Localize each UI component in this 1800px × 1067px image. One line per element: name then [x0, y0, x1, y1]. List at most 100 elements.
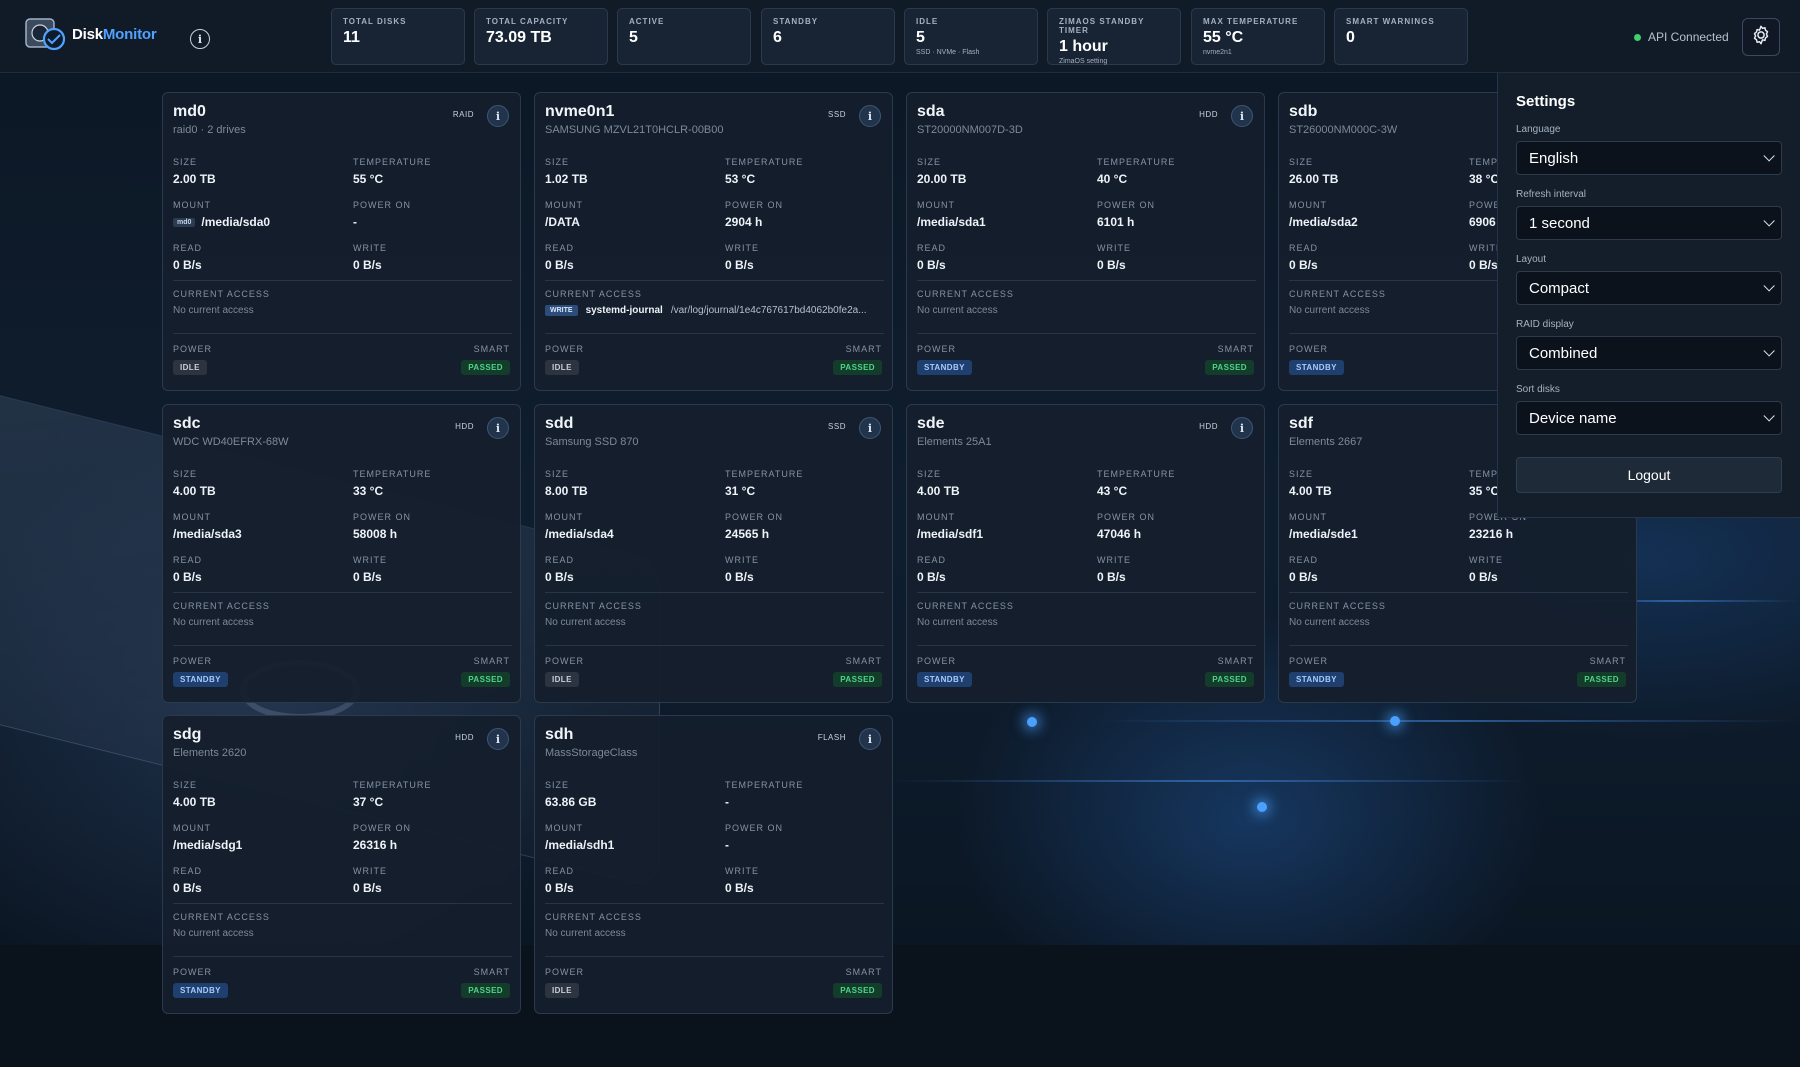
settings-select[interactable]: Device name	[1516, 401, 1782, 435]
power-label: POWER	[173, 967, 213, 977]
disk-info-button[interactable]: i	[859, 417, 881, 439]
mount-field: MOUNT md0/media/sda0	[173, 200, 343, 229]
smart-status-badge: PASSED	[833, 672, 882, 687]
write-field: WRITE 0 B/s	[1097, 243, 1267, 272]
power-on-field: POWER ON 24565 h	[725, 512, 895, 541]
power-on-label: POWER ON	[353, 200, 412, 210]
smart-status-badge: PASSED	[833, 360, 882, 375]
chevron-down-icon	[1763, 150, 1775, 162]
read-field: READ 0 B/s	[1289, 243, 1459, 272]
current-access-section: CURRENT ACCESS No current access	[917, 289, 1257, 316]
stat-label: IDLE	[916, 17, 939, 26]
disk-info-button[interactable]: i	[487, 728, 509, 750]
disk-card[interactable]: sdg Elements 2620 HDD i SIZE 4.00 TB TEM…	[162, 715, 521, 1014]
size-value: 1.02 TB	[545, 172, 588, 186]
divider	[545, 592, 884, 593]
power-on-value: 47046 h	[1097, 527, 1142, 541]
settings-select[interactable]: 1 second	[1516, 206, 1782, 240]
write-label: WRITE	[1097, 243, 1131, 253]
disk-monitor-logo-icon	[24, 16, 68, 52]
settings-select[interactable]: English	[1516, 141, 1782, 175]
settings-select[interactable]: Combined	[1516, 336, 1782, 370]
disk-card[interactable]: sde Elements 25A1 HDD i SIZE 4.00 TB TEM…	[906, 404, 1265, 703]
mount-field: MOUNT /media/sda3	[173, 512, 343, 541]
settings-field-label: Layout	[1516, 254, 1547, 265]
logout-button[interactable]: Logout	[1516, 457, 1782, 493]
settings-select[interactable]: Compact	[1516, 271, 1782, 305]
stat-value: 1 hour	[1059, 38, 1108, 55]
mount-value-row: /media/sda1	[917, 215, 1087, 229]
mount-value-row: /media/sdg1	[173, 838, 343, 852]
divider	[1289, 645, 1628, 646]
power-on-label: POWER ON	[353, 512, 412, 522]
write-label: WRITE	[1097, 555, 1131, 565]
chevron-down-icon	[1763, 215, 1775, 227]
temperature-field: TEMPERATURE -	[725, 780, 895, 809]
read-field: READ 0 B/s	[1289, 555, 1459, 584]
background-glow-dot	[1027, 717, 1037, 727]
chevron-down-icon	[1763, 280, 1775, 292]
power-on-field: POWER ON 58008 h	[353, 512, 523, 541]
read-label: READ	[917, 243, 947, 253]
app-info-button[interactable]: i	[190, 29, 210, 49]
power-on-label: POWER ON	[1097, 200, 1156, 210]
power-state-badge: IDLE	[173, 360, 207, 375]
mount-value-row: /media/sde1	[1289, 527, 1459, 541]
write-value: 0 B/s	[1097, 258, 1126, 272]
divider	[917, 333, 1256, 334]
smart-state: SMART PASSED	[1205, 656, 1254, 687]
write-field: WRITE 0 B/s	[725, 866, 895, 895]
mount-label: MOUNT	[173, 200, 211, 210]
smart-label: SMART	[1217, 656, 1254, 666]
power-state-badge: IDLE	[545, 672, 579, 687]
settings-field: Refresh interval 1 second	[1516, 189, 1782, 240]
power-state-badge: STANDBY	[1289, 360, 1344, 375]
disk-card[interactable]: sdd Samsung SSD 870 SSD i SIZE 8.00 TB T…	[534, 404, 893, 703]
size-field: SIZE 4.00 TB	[917, 469, 1087, 498]
disk-info-button[interactable]: i	[487, 105, 509, 127]
disk-type-badge: RAID	[452, 110, 474, 119]
disk-card[interactable]: md0 raid0 · 2 drives RAID i SIZE 2.00 TB…	[162, 92, 521, 391]
current-access-section: CURRENT ACCESS No current access	[173, 289, 513, 316]
smart-state: SMART PASSED	[461, 967, 510, 998]
disk-card[interactable]: sdc WDC WD40EFRX-68W HDD i SIZE 4.00 TB …	[162, 404, 521, 703]
smart-label: SMART	[1589, 656, 1626, 666]
write-value: 0 B/s	[725, 881, 754, 895]
write-field: WRITE 0 B/s	[1469, 555, 1639, 584]
power-state: POWER IDLE	[545, 967, 882, 998]
disk-card[interactable]: sdh MassStorageClass FLASH i SIZE 63.86 …	[534, 715, 893, 1014]
settings-button[interactable]	[1742, 18, 1780, 56]
mount-value: /media/sda0	[201, 215, 271, 229]
read-label: READ	[1289, 555, 1319, 565]
settings-field-label: Sort disks	[1516, 384, 1560, 395]
divider	[545, 903, 884, 904]
settings-title: Settings	[1516, 93, 1576, 110]
disk-info-button[interactable]: i	[859, 728, 881, 750]
settings-field: Language English	[1516, 124, 1782, 175]
write-label: WRITE	[353, 866, 387, 876]
size-field: SIZE 26.00 TB	[1289, 157, 1459, 186]
size-label: SIZE	[173, 780, 198, 790]
chevron-down-icon	[1763, 345, 1775, 357]
card-footer: POWER IDLE SMART PASSED	[545, 656, 882, 692]
stat-value: 55 °C	[1203, 29, 1244, 46]
size-field: SIZE 4.00 TB	[173, 780, 343, 809]
mount-value-row: /media/sda4	[545, 527, 715, 541]
disk-info-button[interactable]: i	[1231, 105, 1253, 127]
disk-info-button[interactable]: i	[487, 417, 509, 439]
size-value: 4.00 TB	[917, 484, 960, 498]
disk-info-button[interactable]: i	[859, 105, 881, 127]
disk-info-button[interactable]: i	[1231, 417, 1253, 439]
card-footer: POWER STANDBY SMART PASSED	[917, 656, 1254, 692]
settings-select-value: 1 second	[1529, 214, 1590, 232]
background-glow-dot	[1390, 716, 1400, 726]
power-state: POWER STANDBY	[917, 344, 1254, 375]
disk-card[interactable]: sda ST20000NM007D-3D HDD i SIZE 20.00 TB…	[906, 92, 1265, 391]
power-on-value: 24565 h	[725, 527, 770, 541]
power-on-value: -	[353, 215, 357, 229]
size-label: SIZE	[1289, 157, 1314, 167]
stat-label: SMART WARNINGS	[1346, 17, 1435, 26]
settings-field-label: Language	[1516, 124, 1561, 135]
settings-field: Layout Compact	[1516, 254, 1782, 305]
disk-card[interactable]: nvme0n1 SAMSUNG MZVL21T0HCLR-00B00 SSD i…	[534, 92, 893, 391]
